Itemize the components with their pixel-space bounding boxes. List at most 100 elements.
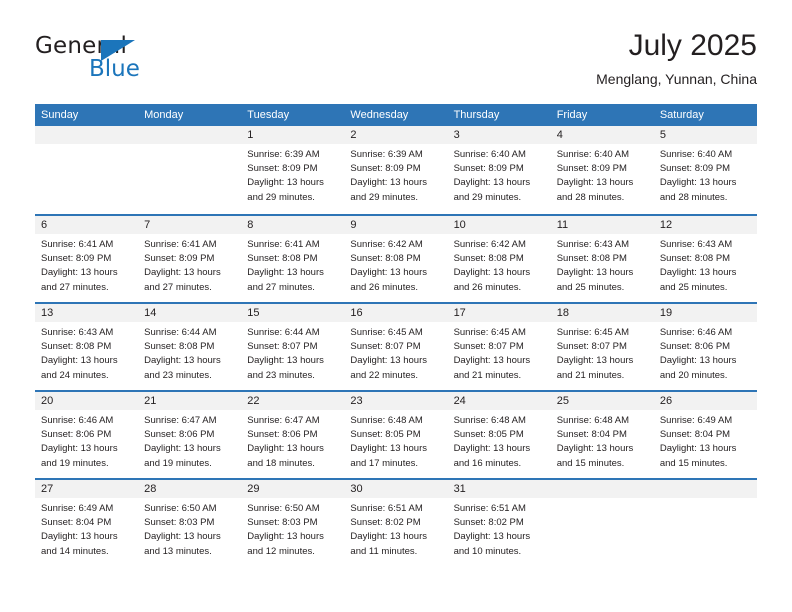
daylight-text: Daylight: 13 hours	[556, 443, 634, 455]
calendar-day-cell[interactable]: 7 Sunrise: 6:41 AM Sunset: 8:09 PM Daylight…	[138, 216, 242, 302]
sunrise-text: Sunrise: 6:51 AM	[453, 503, 526, 514]
calendar-day-cell[interactable]: 15 Sunrise: 6:44 AM Sunset: 8:07 PM Dayligh…	[241, 304, 345, 390]
calendar-day-cell[interactable]: 31 Sunrise: 6:51 AM Sunset: 8:02 PM Dayligh…	[447, 480, 551, 566]
calendar-day-cell[interactable]: 28 Sunrise: 6:50 AM Sunset: 8:03 PM Dayligh…	[138, 480, 242, 566]
day-number: 27	[35, 480, 139, 498]
calendar-day-cell[interactable]: 27 Sunrise: 6:49 AM Sunset: 8:04 PM Dayligh…	[35, 480, 139, 566]
day-details: Sunrise: 6:48 AM Sunset: 8:05 PM Daylight:…	[344, 410, 447, 471]
daylight-text: Daylight: 13 hours	[247, 177, 324, 189]
sunset-text: Sunset: 8:06 PM	[144, 429, 215, 441]
calendar-day-cell[interactable]: 12 Sunrise: 6:43 AM Sunset: 8:08 PM Dayligh…	[653, 216, 757, 302]
daylight-text: and 23 minutes.	[144, 369, 212, 381]
day-details: Sunrise: 6:48 AM Sunset: 8:04 PM Daylight:…	[551, 410, 654, 471]
daylight-text: and 23 minutes.	[247, 369, 315, 381]
day-details: Sunrise: 6:40 AM Sunset: 8:09 PM Daylight:…	[448, 144, 551, 205]
day-details: Sunrise: 6:44 AM Sunset: 8:08 PM Daylight:…	[138, 322, 241, 383]
day-number	[653, 480, 757, 498]
calendar-day-cell[interactable]: 11 Sunrise: 6:43 AM Sunset: 8:08 PM Dayligh…	[550, 216, 654, 302]
calendar-day-cell[interactable]: 21 Sunrise: 6:47 AM Sunset: 8:06 PM Dayligh…	[138, 392, 242, 478]
calendar-day-cell[interactable]: 25 Sunrise: 6:48 AM Sunset: 8:04 PM Dayligh…	[550, 392, 654, 478]
calendar-day-cell[interactable]: 17 Sunrise: 6:45 AM Sunset: 8:07 PM Dayligh…	[447, 304, 551, 390]
daylight-text: Daylight: 13 hours	[144, 355, 221, 367]
daylight-text: Daylight: 13 hours	[247, 443, 324, 455]
calendar-day-cell[interactable]: 18 Sunrise: 6:45 AM Sunset: 8:07 PM Dayligh…	[550, 304, 654, 390]
sunrise-text: Sunrise: 6:40 AM	[659, 149, 733, 160]
sunrise-text: Sunrise: 6:42 AM	[453, 239, 526, 250]
day-details: Sunrise: 6:43 AM Sunset: 8:08 PM Daylight:…	[551, 234, 654, 295]
calendar-day-cell[interactable]: 1 Sunrise: 6:39 AM Sunset: 8:09 PM Daylight…	[241, 126, 345, 214]
sunrise-text: Sunrise: 6:39 AM	[247, 149, 320, 160]
sunset-text: Sunset: 8:08 PM	[144, 341, 215, 353]
calendar-grid: Sunday Monday Tuesday Wednesday Thursday Frid…	[35, 104, 757, 566]
calendar-day-cell[interactable]: 5 Sunrise: 6:40 AM Sunset: 8:09 PM Daylight…	[653, 126, 757, 214]
day-number: 22	[241, 392, 345, 410]
daylight-text: Daylight: 13 hours	[453, 177, 531, 189]
daylight-text: and 27 minutes.	[247, 281, 315, 293]
day-number	[550, 480, 654, 498]
page-header: General Blue July 2025 Menglang, Yunnan,…	[0, 0, 792, 100]
day-details: Sunrise: 6:42 AM Sunset: 8:08 PM Daylight:…	[344, 234, 447, 295]
daylight-text: Daylight: 13 hours	[247, 355, 324, 367]
weekday-header-friday: Friday	[556, 109, 588, 121]
daylight-text: Daylight: 13 hours	[350, 355, 427, 367]
day-details: Sunrise: 6:50 AM Sunset: 8:03 PM Daylight:…	[241, 498, 344, 559]
calendar-day-cell[interactable]: 22 Sunrise: 6:47 AM Sunset: 8:06 PM Dayligh…	[241, 392, 345, 478]
daylight-text: and 14 minutes.	[41, 545, 109, 557]
daylight-text: Daylight: 13 hours	[350, 267, 427, 279]
sunrise-text: Sunrise: 6:41 AM	[41, 239, 114, 250]
daylight-text: and 16 minutes.	[453, 457, 522, 469]
day-details: Sunrise: 6:47 AM Sunset: 8:06 PM Daylight:…	[138, 410, 241, 471]
calendar-day-cell[interactable]: 13 Sunrise: 6:43 AM Sunset: 8:08 PM Dayligh…	[35, 304, 139, 390]
sunrise-text: Sunrise: 6:48 AM	[350, 415, 423, 426]
calendar-day-cell[interactable]: 9 Sunrise: 6:42 AM Sunset: 8:08 PM Daylight…	[344, 216, 448, 302]
sunset-text: Sunset: 8:07 PM	[453, 341, 524, 353]
day-details: Sunrise: 6:39 AM Sunset: 8:09 PM Daylight:…	[344, 144, 447, 205]
calendar-day-cell[interactable]: 14 Sunrise: 6:44 AM Sunset: 8:08 PM Dayligh…	[138, 304, 242, 390]
calendar-day-cell[interactable]: 19 Sunrise: 6:46 AM Sunset: 8:06 PM Dayligh…	[653, 304, 757, 390]
calendar-day-cell[interactable]: 24 Sunrise: 6:48 AM Sunset: 8:05 PM Dayligh…	[447, 392, 551, 478]
weekday-header-saturday: Saturday	[659, 109, 704, 121]
calendar-weeks: 1 Sunrise: 6:39 AM Sunset: 8:09 PM Daylight…	[35, 126, 757, 566]
sunset-text: Sunset: 8:08 PM	[659, 253, 731, 265]
daylight-text: Daylight: 13 hours	[659, 355, 737, 367]
calendar-day-cell[interactable]: 16 Sunrise: 6:45 AM Sunset: 8:07 PM Dayligh…	[344, 304, 448, 390]
calendar-day-cell[interactable]: 2 Sunrise: 6:39 AM Sunset: 8:09 PM Daylight…	[344, 126, 448, 214]
calendar-day-cell[interactable]: 10 Sunrise: 6:42 AM Sunset: 8:08 PM Dayligh…	[447, 216, 551, 302]
sunrise-text: Sunrise: 6:50 AM	[247, 503, 320, 514]
day-number: 19	[653, 304, 757, 322]
day-details: Sunrise: 6:46 AM Sunset: 8:06 PM Daylight:…	[654, 322, 757, 383]
sunset-text: Sunset: 8:08 PM	[350, 253, 421, 265]
daylight-text: Daylight: 13 hours	[41, 531, 118, 543]
calendar-day-cell[interactable]: 3 Sunrise: 6:40 AM Sunset: 8:09 PM Daylight…	[447, 126, 551, 214]
sunrise-text: Sunrise: 6:48 AM	[556, 415, 630, 426]
calendar-day-cell[interactable]: 30 Sunrise: 6:51 AM Sunset: 8:02 PM Dayligh…	[344, 480, 448, 566]
day-details: Sunrise: 6:41 AM Sunset: 8:08 PM Daylight:…	[241, 234, 344, 295]
calendar-week-row: 27 Sunrise: 6:49 AM Sunset: 8:04 PM Dayligh…	[35, 478, 757, 566]
calendar-week-row: 6 Sunrise: 6:41 AM Sunset: 8:09 PM Daylight…	[35, 214, 757, 302]
sunset-text: Sunset: 8:03 PM	[144, 517, 215, 529]
day-number: 8	[241, 216, 345, 234]
daylight-text: and 28 minutes.	[659, 191, 728, 203]
day-number: 12	[653, 216, 757, 234]
day-number: 17	[447, 304, 551, 322]
day-number: 30	[344, 480, 448, 498]
calendar-day-cell[interactable]: 26 Sunrise: 6:49 AM Sunset: 8:04 PM Dayligh…	[653, 392, 757, 478]
sunset-text: Sunset: 8:02 PM	[453, 517, 524, 529]
daylight-text: and 26 minutes.	[350, 281, 419, 293]
sunset-text: Sunset: 8:04 PM	[41, 517, 112, 529]
calendar-day-cell[interactable]: 6 Sunrise: 6:41 AM Sunset: 8:09 PM Daylight…	[35, 216, 139, 302]
day-number: 18	[550, 304, 654, 322]
day-number: 11	[550, 216, 654, 234]
calendar-day-cell[interactable]: 8 Sunrise: 6:41 AM Sunset: 8:08 PM Daylight…	[241, 216, 345, 302]
sunset-text: Sunset: 8:07 PM	[556, 341, 627, 353]
calendar-day-cell[interactable]: 20 Sunrise: 6:46 AM Sunset: 8:06 PM Dayligh…	[35, 392, 139, 478]
sunrise-text: Sunrise: 6:39 AM	[350, 149, 423, 160]
sunrise-text: Sunrise: 6:40 AM	[453, 149, 526, 160]
day-details: Sunrise: 6:45 AM Sunset: 8:07 PM Daylight:…	[551, 322, 654, 383]
calendar-day-cell[interactable]: 29 Sunrise: 6:50 AM Sunset: 8:03 PM Dayligh…	[241, 480, 345, 566]
daylight-text: Daylight: 13 hours	[556, 177, 634, 189]
calendar-day-cell[interactable]: 23 Sunrise: 6:48 AM Sunset: 8:05 PM Dayligh…	[344, 392, 448, 478]
daylight-text: and 17 minutes.	[350, 457, 419, 469]
calendar-day-cell[interactable]: 4 Sunrise: 6:40 AM Sunset: 8:09 PM Daylight…	[550, 126, 654, 214]
day-number: 6	[35, 216, 139, 234]
